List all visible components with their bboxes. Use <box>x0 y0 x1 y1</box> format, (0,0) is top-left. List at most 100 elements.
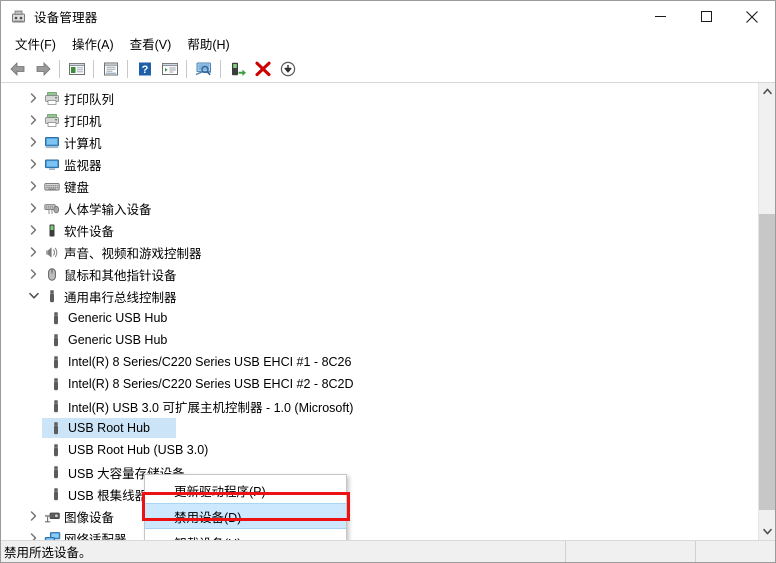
tree-item-monitors[interactable]: 监视器 <box>1 153 758 175</box>
tree-item-label: 软件设备 <box>64 224 115 239</box>
show-hide-console-tree-icon[interactable] <box>64 57 89 81</box>
svg-text:?: ? <box>141 64 148 76</box>
uninstall-device-icon[interactable] <box>250 57 275 81</box>
tree-item-generic-usb-hub[interactable]: Generic USB Hub <box>1 329 758 351</box>
menu-file[interactable]: 文件(F) <box>8 32 63 55</box>
hid-icon <box>42 201 62 216</box>
menu-help[interactable]: 帮助(H) <box>180 32 236 55</box>
camera-icon <box>42 509 62 524</box>
usb-icon <box>46 355 66 370</box>
menu-action[interactable]: 操作(A) <box>65 32 121 55</box>
network-adapter-icon <box>42 531 62 540</box>
ctx-uninstall-device[interactable]: 卸载设备(U) <box>145 529 346 541</box>
view-list-icon[interactable] <box>157 57 182 81</box>
tree-item-print-queues[interactable]: 打印队列 <box>1 87 758 109</box>
tree-item-generic-usb-hub[interactable]: Generic USB Hub <box>1 307 758 329</box>
scroll-down-button[interactable] <box>759 523 775 540</box>
help-icon[interactable]: ? <box>132 57 157 81</box>
usb-icon <box>46 377 66 392</box>
tree-item-network-adapters[interactable]: 网络适配器 <box>1 527 758 540</box>
menu-view[interactable]: 查看(V) <box>123 32 179 55</box>
chevron-down-icon[interactable] <box>25 292 42 300</box>
chevron-right-icon[interactable] <box>25 159 42 169</box>
scroll-thumb[interactable] <box>759 214 775 511</box>
vertical-scrollbar[interactable] <box>758 83 775 540</box>
tree-item-label: 人体学输入设备 <box>64 202 152 217</box>
scroll-track[interactable] <box>759 100 775 523</box>
tree-item-label: Generic USB Hub <box>68 333 168 347</box>
usb-icon <box>46 421 66 436</box>
device-manager-window: 设备管理器 文件(F) 操作(A) 查看(V) 帮助(H) ? 打印队列 打印机… <box>0 0 776 563</box>
titlebar[interactable]: 设备管理器 <box>1 1 775 32</box>
tree-item-label: 图像设备 <box>64 510 115 525</box>
status-panel-3 <box>695 541 775 562</box>
usb-icon <box>46 399 66 414</box>
tree-item-computer[interactable]: 计算机 <box>1 131 758 153</box>
titlebar-left: 设备管理器 <box>1 7 98 26</box>
tree-item-usb-ehci-2[interactable]: Intel(R) 8 Series/C220 Series USB EHCI #… <box>1 373 758 395</box>
chevron-right-icon[interactable] <box>25 533 42 540</box>
tree-item-usb-root-hub-selected[interactable]: USB Root Hub <box>1 417 758 439</box>
device-tree[interactable]: 打印队列 打印机 计算机 监视器 键盘 人体学输入设备 软件设备 声音、视频和游… <box>1 83 758 540</box>
monitor-icon <box>42 157 62 172</box>
keyboard-icon <box>42 179 62 194</box>
tree-item-sound-video-game-controllers[interactable]: 声音、视频和游戏控制器 <box>1 241 758 263</box>
tree-item-usb-mass-storage[interactable]: USB 大容量存储设备 <box>1 461 758 483</box>
chevron-right-icon[interactable] <box>25 137 42 147</box>
toolbar-separator <box>93 59 94 78</box>
chevron-right-icon[interactable] <box>25 115 42 125</box>
tree-item-label: USB Root Hub <box>68 421 150 435</box>
chevron-right-icon[interactable] <box>25 203 42 213</box>
tree-item-imaging-devices[interactable]: 图像设备 <box>1 505 758 527</box>
status-panel-2 <box>565 541 695 562</box>
chevron-right-icon[interactable] <box>25 225 42 235</box>
statusbar: 禁用所选设备。 <box>1 540 775 562</box>
disable-device-icon[interactable] <box>275 57 300 81</box>
forward-arrow-icon[interactable] <box>30 57 55 81</box>
tree-item-usb-root-hub-usb3[interactable]: USB Root Hub (USB 3.0) <box>1 439 758 461</box>
ctx-disable-device[interactable]: 禁用设备(D) <box>145 503 346 529</box>
scan-hardware-changes-icon[interactable] <box>191 57 216 81</box>
usb-icon <box>42 289 62 304</box>
usb-icon <box>46 465 66 480</box>
ctx-update-driver[interactable]: 更新驱动程序(P) <box>145 477 346 503</box>
tree-item-software-devices[interactable]: 软件设备 <box>1 219 758 241</box>
update-driver-icon[interactable] <box>225 57 250 81</box>
tree-item-printers[interactable]: 打印机 <box>1 109 758 131</box>
status-message: 禁用所选设备。 <box>4 546 92 560</box>
tree-item-usb-xhci[interactable]: Intel(R) USB 3.0 可扩展主机控制器 - 1.0 (Microso… <box>1 395 758 417</box>
tree-item-label: 计算机 <box>64 136 102 151</box>
tree-item-label: Generic USB Hub <box>68 311 168 325</box>
software-device-icon <box>42 223 62 238</box>
tree-item-label: Intel(R) USB 3.0 可扩展主机控制器 - 1.0 (Microso… <box>68 400 354 415</box>
chevron-right-icon[interactable] <box>25 93 42 103</box>
tree-item-usb-controllers[interactable]: 通用串行总线控制器 <box>1 285 758 307</box>
chevron-right-icon[interactable] <box>25 181 42 191</box>
scroll-up-button[interactable] <box>759 83 775 100</box>
mouse-icon <box>42 267 62 282</box>
tree-item-label: 网络适配器 <box>64 532 127 541</box>
tree-item-label: USB Root Hub (USB 3.0) <box>68 443 209 457</box>
back-arrow-icon[interactable] <box>5 57 30 81</box>
properties-icon[interactable] <box>98 57 123 81</box>
printer-icon <box>42 91 62 106</box>
toolbar-separator <box>220 59 221 78</box>
tree-item-label: Intel(R) 8 Series/C220 Series USB EHCI #… <box>68 377 354 391</box>
minimize-button[interactable] <box>637 1 683 32</box>
close-button[interactable] <box>729 1 775 32</box>
maximize-button[interactable] <box>683 1 729 32</box>
chevron-right-icon[interactable] <box>25 247 42 257</box>
tree-item-hid[interactable]: 人体学输入设备 <box>1 197 758 219</box>
tree-item-mice-and-pointing-devices[interactable]: 鼠标和其他指针设备 <box>1 263 758 285</box>
usb-icon <box>46 443 66 458</box>
computer-icon <box>42 135 62 150</box>
tree-item-usb-root-hub-cn[interactable]: USB 根集线器 <box>1 483 758 505</box>
tree-item-label: 通用串行总线控制器 <box>64 290 177 305</box>
chevron-right-icon[interactable] <box>25 511 42 521</box>
tree-item-usb-ehci-1[interactable]: Intel(R) 8 Series/C220 Series USB EHCI #… <box>1 351 758 373</box>
tree-item-label: 打印队列 <box>64 92 115 107</box>
chevron-right-icon[interactable] <box>25 269 42 279</box>
tree-item-keyboards[interactable]: 键盘 <box>1 175 758 197</box>
context-menu[interactable]: 更新驱动程序(P) 禁用设备(D) 卸载设备(U) 扫描检测硬件改动(A) 属性… <box>144 474 347 540</box>
toolbar-separator <box>59 59 60 78</box>
